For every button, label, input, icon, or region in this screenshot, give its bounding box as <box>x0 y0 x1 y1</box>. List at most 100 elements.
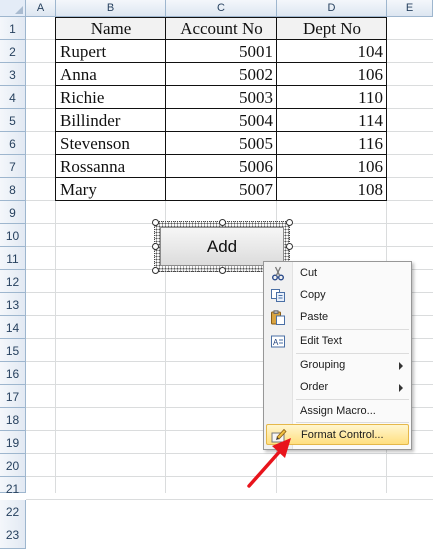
menu-item-label: Assign Macro... <box>300 405 376 417</box>
resize-handle[interactable] <box>286 243 293 250</box>
edit-text-icon: A <box>270 334 286 349</box>
row-header-18[interactable]: 18 <box>0 408 26 431</box>
row-header-13[interactable]: 13 <box>0 293 26 316</box>
table-border <box>386 17 387 201</box>
row-header-20[interactable]: 20 <box>0 454 26 477</box>
table-cell-name[interactable]: Anna <box>56 63 166 86</box>
menu-item-label: Format Control... <box>301 429 384 441</box>
resize-handle[interactable] <box>152 243 159 250</box>
row-header-23[interactable]: 23 <box>0 523 26 549</box>
row-header-8[interactable]: 8 <box>0 178 26 201</box>
row-header-3[interactable]: 3 <box>0 63 26 86</box>
row-header-7[interactable]: 7 <box>0 155 26 178</box>
submenu-arrow-icon <box>399 384 403 392</box>
scissors-icon <box>270 266 286 281</box>
row-header-21[interactable]: 21 <box>0 477 26 496</box>
table-border <box>55 131 387 132</box>
column-header-e[interactable]: E <box>387 0 433 17</box>
table-border <box>55 85 387 86</box>
table-border <box>276 17 277 201</box>
menu-item-edit-text[interactable]: A Edit Text <box>266 331 409 352</box>
menu-separator <box>296 399 409 400</box>
row-header-19[interactable]: 19 <box>0 431 26 454</box>
menu-item-order[interactable]: Order <box>266 377 409 398</box>
spreadsheet[interactable]: A B C D E 1 2 3 4 5 6 7 8 9 10 11 12 13 14 15 16 17 18 19 20 21 22… <box>0 0 433 549</box>
menu-item-label: Grouping <box>300 359 346 371</box>
table-border <box>55 108 387 109</box>
menu-item-copy[interactable]: Copy <box>266 285 409 306</box>
row-header-5[interactable]: 5 <box>0 109 26 132</box>
table-cell-name[interactable]: Rupert <box>56 40 166 63</box>
table-cell-dept[interactable]: 106 <box>277 155 387 178</box>
table-cell-account[interactable]: 5007 <box>166 178 277 201</box>
table-cell-dept[interactable]: 108 <box>277 178 387 201</box>
gridline-horizontal <box>26 499 433 500</box>
table-cell-account[interactable]: 5001 <box>166 40 277 63</box>
menu-item-label: Cut <box>300 267 318 279</box>
table-header-dept-no[interactable]: Dept No <box>277 17 387 40</box>
menu-item-paste[interactable]: Paste <box>266 307 409 328</box>
menu-item-cut[interactable]: Cut <box>266 263 409 284</box>
table-cell-account[interactable]: 5005 <box>166 132 277 155</box>
svg-text:A: A <box>273 338 279 347</box>
table-cell-dept[interactable]: 116 <box>277 132 387 155</box>
row-header-15[interactable]: 15 <box>0 339 26 362</box>
resize-handle[interactable] <box>152 219 159 226</box>
table-cell-name[interactable]: Mary <box>56 178 166 201</box>
table-cell-account[interactable]: 5003 <box>166 86 277 109</box>
table-cell-account[interactable]: 5002 <box>166 63 277 86</box>
row-header-12[interactable]: 12 <box>0 270 26 293</box>
table-border <box>55 39 387 40</box>
menu-item-format-control[interactable]: Format Control... <box>266 424 409 445</box>
column-header-a[interactable]: A <box>26 0 56 17</box>
row-header-14[interactable]: 14 <box>0 316 26 339</box>
table-cell-name[interactable]: Rossanna <box>56 155 166 178</box>
resize-handle[interactable] <box>152 267 159 274</box>
table-header-account-no[interactable]: Account No <box>166 17 277 40</box>
row-header-6[interactable]: 6 <box>0 132 26 155</box>
menu-item-label: Copy <box>300 289 326 301</box>
column-header-d[interactable]: D <box>277 0 387 17</box>
row-header-2[interactable]: 2 <box>0 40 26 63</box>
table-cell-dept[interactable]: 104 <box>277 40 387 63</box>
paste-icon <box>270 310 286 325</box>
row-header-16[interactable]: 16 <box>0 362 26 385</box>
row-header-1[interactable]: 1 <box>0 17 26 40</box>
copy-icon <box>270 288 286 303</box>
row-header-10[interactable]: 10 <box>0 224 26 247</box>
table-cell-name[interactable]: Stevenson <box>56 132 166 155</box>
table-border <box>55 200 387 201</box>
column-header-c[interactable]: C <box>166 0 277 17</box>
menu-separator <box>296 422 409 423</box>
submenu-arrow-icon <box>399 362 403 370</box>
menu-item-assign-macro[interactable]: Assign Macro... <box>266 401 409 422</box>
row-header-17[interactable]: 17 <box>0 385 26 408</box>
row-header-11[interactable]: 11 <box>0 247 26 270</box>
gridline-horizontal <box>26 453 433 454</box>
table-border <box>55 62 387 63</box>
table-cell-dept[interactable]: 114 <box>277 109 387 132</box>
resize-handle[interactable] <box>219 219 226 226</box>
gridline-horizontal <box>26 476 433 477</box>
menu-item-grouping[interactable]: Grouping <box>266 355 409 376</box>
table-border <box>55 17 56 201</box>
resize-handle[interactable] <box>219 267 226 274</box>
table-header-name[interactable]: Name <box>56 17 166 40</box>
format-control-icon <box>271 428 287 443</box>
resize-handle[interactable] <box>286 219 293 226</box>
context-menu[interactable]: Cut Copy Paste A Edit Text Grouping Order Assig… <box>263 261 412 450</box>
table-border <box>55 17 387 18</box>
table-cell-name[interactable]: Richie <box>56 86 166 109</box>
menu-item-label: Edit Text <box>300 335 342 347</box>
table-cell-dept[interactable]: 110 <box>277 86 387 109</box>
column-header-b[interactable]: B <box>56 0 166 17</box>
menu-separator <box>296 353 409 354</box>
menu-item-label: Order <box>300 381 329 393</box>
table-cell-account[interactable]: 5004 <box>166 109 277 132</box>
select-all-corner[interactable] <box>0 0 26 17</box>
table-cell-name[interactable]: Billinder <box>56 109 166 132</box>
row-header-4[interactable]: 4 <box>0 86 26 109</box>
table-cell-account[interactable]: 5006 <box>166 155 277 178</box>
table-cell-dept[interactable]: 106 <box>277 63 387 86</box>
row-header-9[interactable]: 9 <box>0 201 26 224</box>
